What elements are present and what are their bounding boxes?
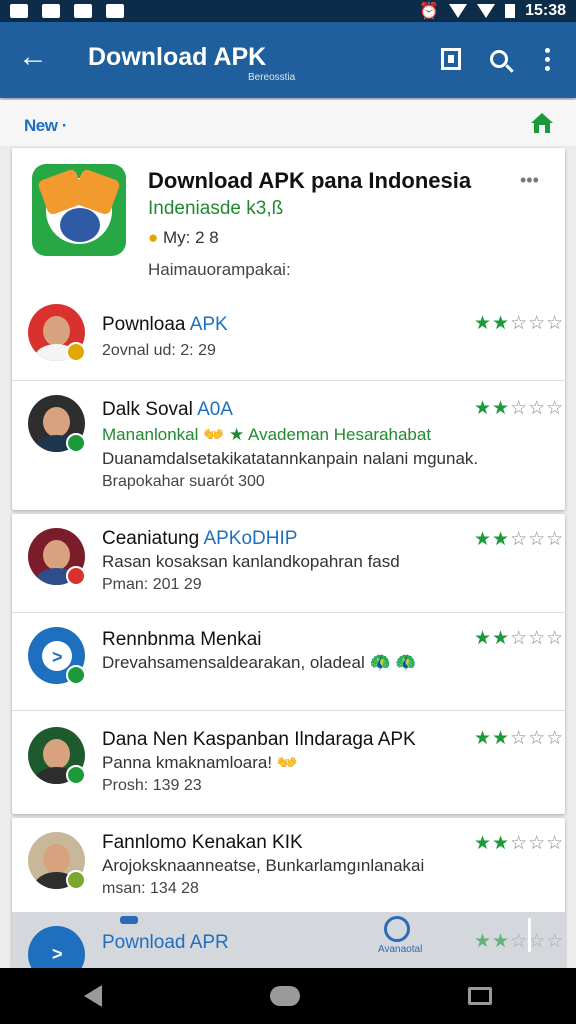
app-list-card: Fannlomo Kenakan KIK Arojoksknaanneatse,… [12,818,565,968]
overflow-menu-button[interactable] [532,44,562,74]
wifi-icon [449,4,468,18]
rating-stars: ★★☆☆☆ [474,628,565,649]
app-list-card: Ceaniatung APKoDHIP Rasan kosaksan kanla… [12,514,565,814]
item-meta: Brapokahar suarót 300 [102,473,265,490]
coin-icon: ● [148,228,159,247]
more-vert-icon [544,47,550,71]
notification-icons [10,4,124,18]
verified-badge-icon [66,765,86,785]
verified-badge-icon [66,665,86,685]
avatar: > [28,926,85,968]
nav-back-icon[interactable] [84,985,102,1007]
list-item[interactable]: > Pownload APR Avanaotal ★★☆☆☆ [12,912,565,968]
item-tagline: Mananlonkal 👐 ★ Avademan Hesarahabat [102,425,432,444]
item-title: Rennbnma Menkai [102,629,262,650]
item-meta: Prosh: 139 23 [102,777,202,794]
back-arrow-icon[interactable]: ← [18,42,48,72]
scroll-indicator[interactable] [528,918,531,952]
item-description: Panna kmaknamloara! 👐 [102,753,298,772]
list-item[interactable]: > Rennbnma Menkai Drevahsamensaldearakan… [12,612,565,712]
item-meta: 2ovnal ud: 2: 29 [102,342,216,359]
rating-stars: ★★☆☆☆ [474,529,565,550]
home-icon[interactable] [530,112,554,134]
page-subtitle: Bereosstia [248,72,296,83]
featured-desc: Haimauorampakai: [148,260,291,279]
item-title: Pownloaa APK [102,314,228,335]
featured-publisher: Indeniasde k3,ß [148,198,284,219]
bookmark-icon [441,48,461,70]
item-description: Duanamdalsetakikatatannkanpain nalani mg… [102,449,479,468]
item-title: Fannlomo Kenakan KIK [102,832,303,853]
item-title: Pownload APR [102,932,229,953]
list-item[interactable]: Dalk Soval A0A Mananlonkal 👐 ★ Avademan … [12,380,565,510]
search-button[interactable] [484,44,514,74]
page-title: Download APK [88,43,267,71]
flag-icon [106,4,124,18]
new-tab[interactable]: New · [24,116,67,136]
featured-card[interactable]: Download APK pana Indonesia Indeniasde k… [12,148,565,510]
app-bar: ← Download APK Bereosstia [0,22,576,98]
rating-stars: ★★☆☆☆ [474,931,565,952]
featured-meta: ● My: 2 8 [148,228,219,247]
card-menu-icon[interactable]: ••• [520,170,539,191]
list-item[interactable]: Ceaniatung APKoDHIP Rasan kosaksan kanla… [12,514,565,614]
item-description: Drevahsamensaldearakan, oladeal 🦚 🦚 [102,653,417,672]
rating-stars: ★★☆☆☆ [474,398,565,419]
app-logo-icon [32,164,126,256]
verified-badge-icon [66,870,86,890]
featured-title: Download APK pana Indonesia [148,168,472,193]
filter-bar: New · [0,100,576,146]
signal-icon [477,4,496,18]
item-description: Rasan kosaksan kanlandkopahran fasd [102,552,400,571]
rating-stars: ★★☆☆☆ [474,833,565,854]
verified-badge-icon [66,566,86,586]
battery-icon [505,4,516,18]
rating-stars: ★★☆☆☆ [474,728,565,749]
verified-badge-icon [66,342,86,362]
nav-home-icon[interactable] [270,986,300,1006]
verified-badge-icon [66,433,86,453]
mail-icon [42,4,60,18]
item-meta: Pman: 201 29 [102,576,202,593]
system-nav-bar [0,968,576,1024]
status-time: 15:38 [525,2,566,19]
alarm-icon: ⏰ [419,3,440,20]
tab-indicator [120,916,138,924]
status-bar: ⏰ 15:38 [0,0,576,22]
item-meta: msan: 134 28 [102,880,199,897]
search-icon [490,50,508,68]
list-item[interactable]: Pownloaa APK 2ovnal ud: 2: 29 ★★☆☆☆ [12,280,565,380]
item-title: Dana Nen Kaspanban Ilndaraga APK [102,729,416,750]
image-icon [74,4,92,18]
bookmark-button[interactable] [436,44,466,74]
list-item[interactable]: Dana Nen Kaspanban Ilndaraga APK Panna k… [12,710,565,814]
nav-recents-icon[interactable] [468,987,492,1005]
item-title: Dalk Soval A0A [102,399,233,420]
tab-label: Avanaotal [378,944,423,955]
item-description: Arojoksknaanneatse, Bunkarlamgınlanakai [102,856,425,875]
tab-icon[interactable] [384,916,410,942]
rating-stars: ★★☆☆☆ [474,313,565,334]
list-item[interactable]: Fannlomo Kenakan KIK Arojoksknaanneatse,… [12,818,565,918]
item-title: Ceaniatung APKoDHIP [102,528,298,549]
gallery-icon [10,4,28,18]
